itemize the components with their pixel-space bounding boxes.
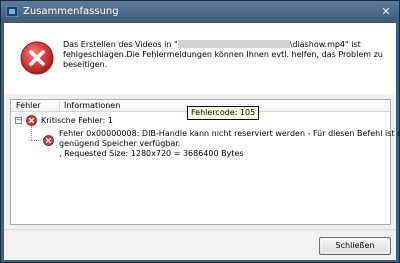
dialog-client-area: Das Erstellen des Videos in " \diashow.mp…	[4, 23, 400, 260]
error-icon	[43, 135, 54, 146]
title-bar[interactable]: Zusammenfassung ✕	[1, 1, 399, 23]
dialog-window: Zusammenfassung ✕ Das Erstellen des Vide…	[0, 0, 400, 263]
tree-connector	[31, 140, 41, 141]
error-detail-line-1[interactable]: Fehler 0x00000008: DIB-Handle kann nicht…	[59, 129, 400, 139]
close-button[interactable]: Schließen	[319, 237, 391, 255]
error-detail-line-2[interactable]: genügend Speicher verfügbar.	[59, 139, 180, 149]
column-header-fehler[interactable]: Fehler	[16, 101, 41, 111]
column-separator[interactable]	[59, 101, 60, 111]
tree-connector	[31, 126, 32, 140]
message-line-3: beseitigen.	[63, 60, 108, 69]
message-line-1-prefix: Das Erstellen des Videos in "	[63, 40, 178, 49]
message-area: Das Erstellen des Videos in " \diashow.mp…	[4, 23, 396, 94]
column-header-informationen[interactable]: Informationen	[64, 101, 120, 111]
window-title: Zusammenfassung	[23, 6, 119, 17]
redacted-path	[177, 40, 290, 48]
message-line-2: fehlgeschlagen.Die Fehlermeldungen könne…	[63, 50, 383, 59]
error-icon	[26, 115, 37, 126]
error-detail-line-3[interactable]: , Requested Size: 1280x720 = 3686400 Byt…	[59, 149, 244, 159]
error-code-tooltip: Fehlercode: 105	[187, 106, 260, 120]
message-line-1-suffix: \diashow.mp4" ist	[289, 40, 361, 49]
collapse-toggle[interactable]: −	[15, 117, 22, 124]
error-icon	[20, 41, 54, 75]
footer-divider	[4, 229, 396, 230]
message-line-1: Das Erstellen des Videos in " \diashow.mp…	[63, 40, 361, 50]
tree-node-critical-errors[interactable]: Kritische Fehler: 1	[41, 116, 113, 126]
window-close-button[interactable]: ✕	[379, 5, 393, 19]
film-icon	[6, 6, 18, 17]
